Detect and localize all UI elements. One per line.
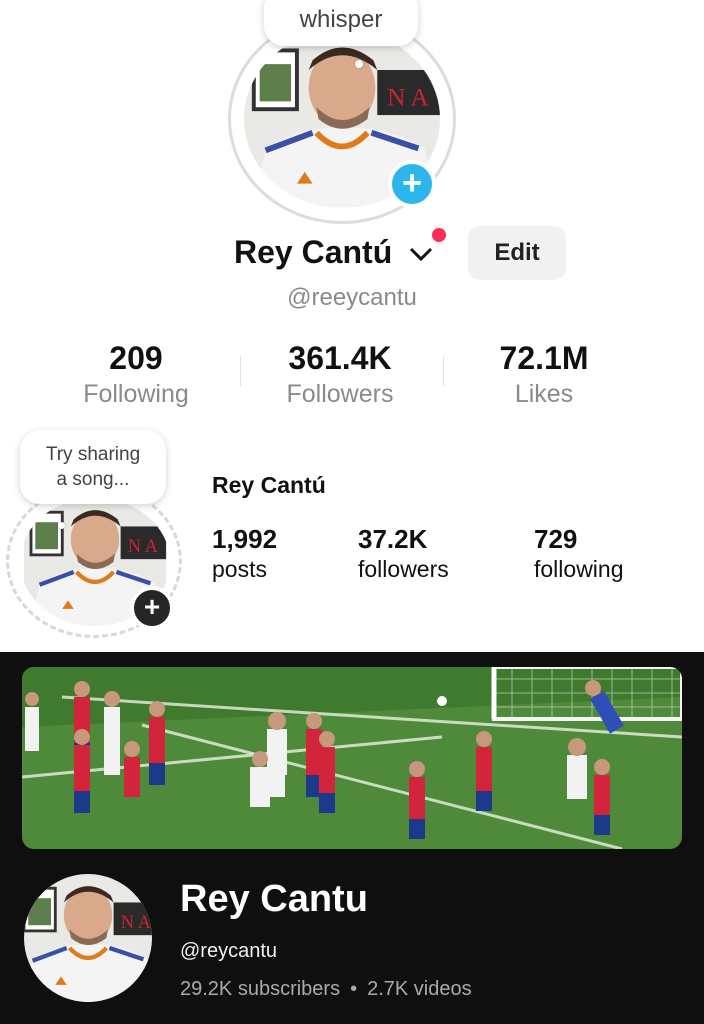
stat-value: 729 xyxy=(534,524,578,554)
bubble-line: Try sharing xyxy=(45,444,141,465)
tiktok-add-story-button[interactable]: + xyxy=(388,160,436,208)
tiktok-display-name: Rey Cantú xyxy=(234,234,393,270)
instagram-display-name: Rey Cantú xyxy=(212,472,326,498)
youtube-channel-banner xyxy=(22,667,682,849)
stat-value: 1,992 xyxy=(212,524,278,554)
notification-dot xyxy=(432,228,446,242)
instagram-add-story-button[interactable]: + xyxy=(130,586,174,630)
edit-profile-button[interactable]: Edit xyxy=(468,226,566,280)
tiktok-stat-following[interactable]: 209 Following xyxy=(36,340,236,409)
stat-value: 361.4K xyxy=(288,340,392,376)
instagram-stat-followers[interactable]: 37.2K followers xyxy=(358,524,449,584)
stat-value: 37.2K xyxy=(358,524,428,554)
plus-icon: + xyxy=(402,164,422,202)
tiktok-handle: @reeycantu xyxy=(287,284,417,311)
bubble-tail-dot xyxy=(58,522,65,529)
tiktok-stat-likes[interactable]: 72.1M Likes xyxy=(444,340,644,409)
bubble-tail-dot xyxy=(355,60,363,68)
instagram-stat-posts[interactable]: 1,992 posts xyxy=(212,524,277,584)
tiktok-bubble-text: whisper xyxy=(299,6,383,33)
youtube-avatar[interactable] xyxy=(24,874,152,1002)
youtube-handle: @reycantu xyxy=(180,940,278,962)
stat-label: posts xyxy=(212,556,267,582)
stat-label: Followers xyxy=(286,380,394,408)
stat-label: following xyxy=(534,556,624,582)
subscriber-count: 29.2K subscribers xyxy=(180,978,341,1000)
stat-value: 209 xyxy=(109,340,163,376)
youtube-channel-meta: 29.2K subscribers • 2.7K videos xyxy=(180,978,472,1001)
stat-value: 72.1M xyxy=(499,340,589,376)
bubble-line: a song... xyxy=(56,469,130,490)
stat-label: Likes xyxy=(514,380,574,408)
chevron-down-icon[interactable] xyxy=(408,244,434,264)
video-count: 2.7K videos xyxy=(367,978,472,1000)
tiktok-status-bubble[interactable]: whisper xyxy=(264,0,418,46)
plus-icon: + xyxy=(143,591,161,622)
tiktok-stat-followers[interactable]: 361.4K Followers xyxy=(240,340,440,409)
youtube-channel-name: Rey Cantu xyxy=(180,878,368,920)
stat-label: followers xyxy=(358,556,449,582)
instagram-note-bubble[interactable]: Try sharing a song... xyxy=(20,430,166,504)
instagram-stat-following[interactable]: 729 following xyxy=(534,524,624,584)
separator-dot: • xyxy=(350,978,358,1000)
stat-label: Following xyxy=(83,380,189,408)
